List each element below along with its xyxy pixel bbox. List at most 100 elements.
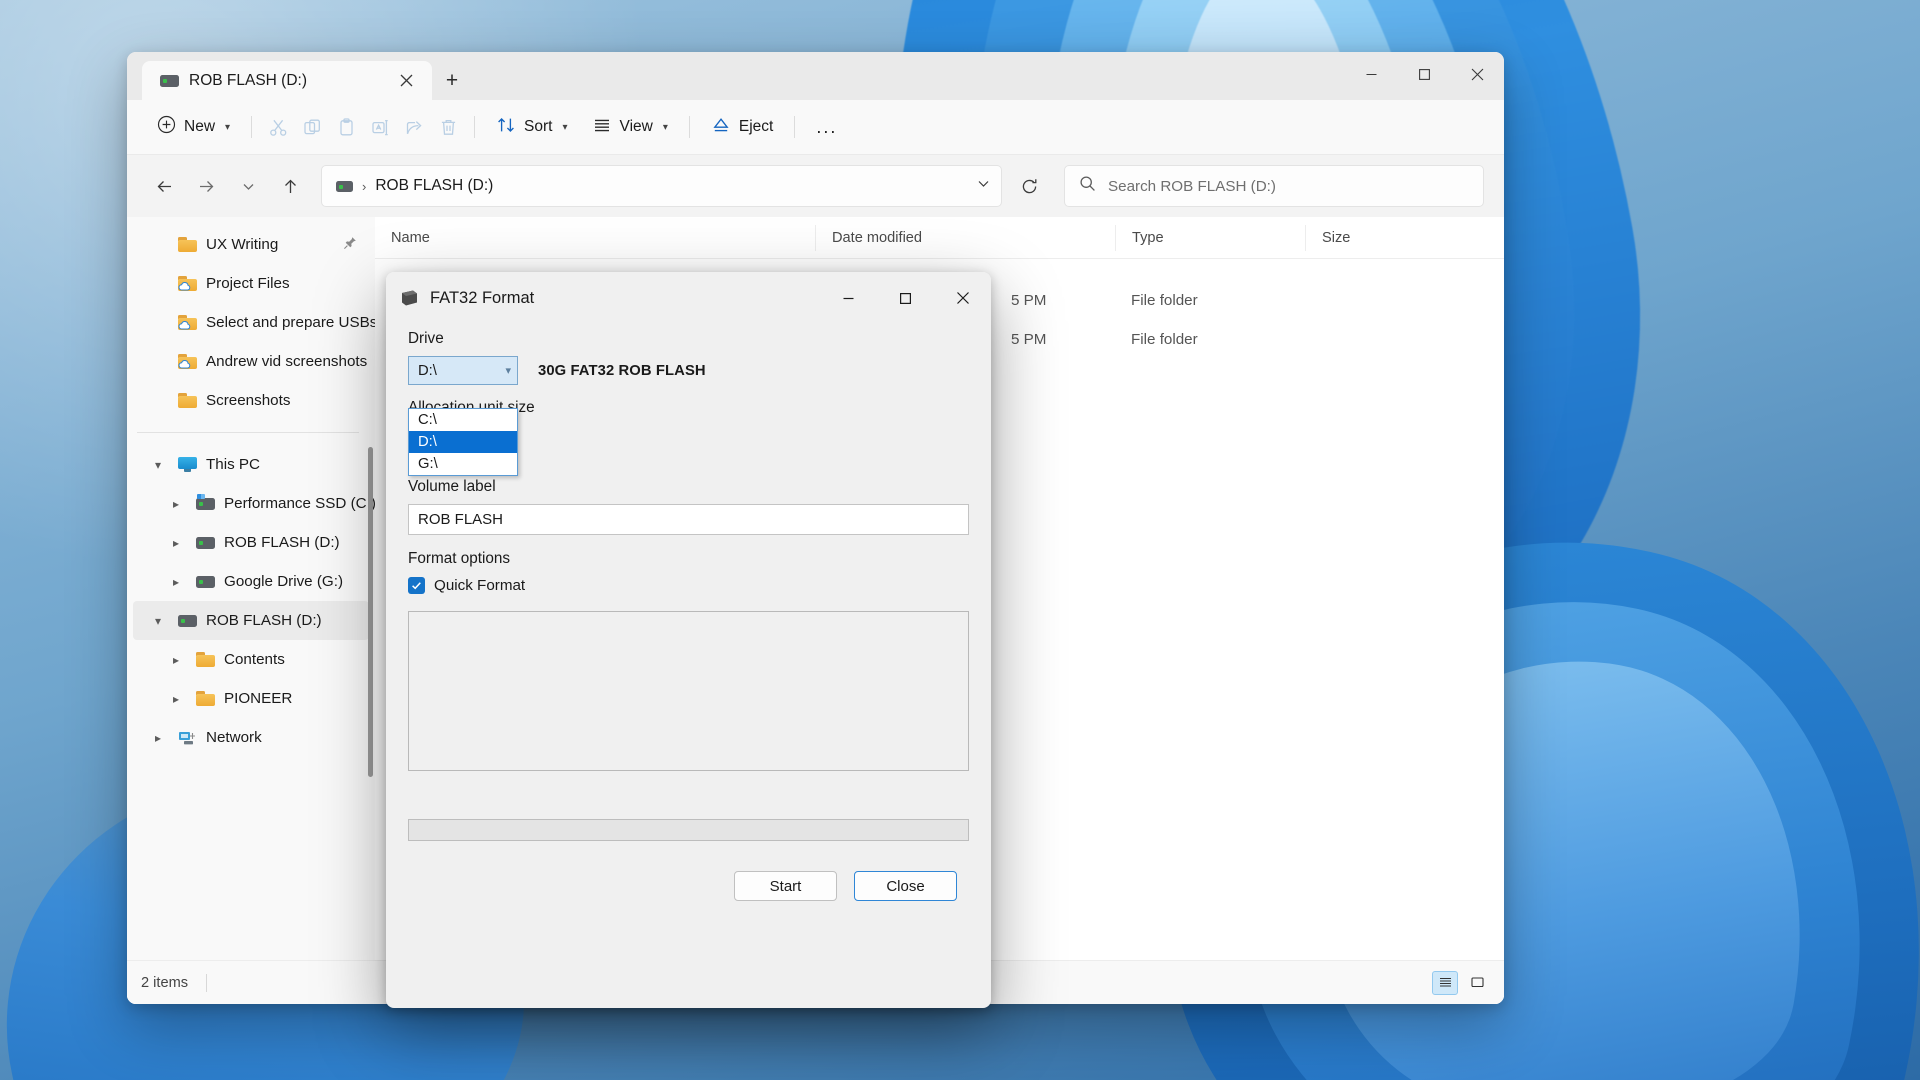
close-button[interactable]: Close (854, 871, 957, 901)
search-bar[interactable]: Search ROB FLASH (D:) (1064, 165, 1484, 207)
pin-icon[interactable] (343, 236, 357, 254)
chevron-right-icon[interactable]: ▸ (165, 497, 187, 511)
forward-arrow-icon[interactable] (185, 165, 227, 207)
sidebar-item-label: PIONEER (224, 690, 293, 707)
column-header-type[interactable]: Type (1115, 224, 1305, 251)
cloud-sync-icon (178, 321, 191, 330)
sidebar-item-pioneer[interactable]: ▸ PIONEER (133, 679, 369, 718)
breadcrumb[interactable]: ROB FLASH (D:) (375, 177, 493, 195)
volume-label-input[interactable]: ROB FLASH (408, 504, 969, 535)
explorer-title-bar: ROB FLASH (D:) + (127, 52, 1504, 100)
details-view-icon[interactable] (1432, 970, 1458, 995)
view-button[interactable]: View ▾ (580, 108, 680, 146)
sidebar-item-label: Contents (224, 651, 285, 668)
sidebar-item-screenshots[interactable]: ▸ Screenshots (133, 381, 369, 420)
drive-option-d[interactable]: D:\ (409, 431, 517, 453)
address-bar[interactable]: › ROB FLASH (D:) (321, 165, 1002, 207)
chevron-down-icon[interactable]: ▾ (225, 122, 230, 133)
close-icon[interactable] (392, 67, 420, 95)
sidebar-item-project-files[interactable]: ▸ Project Files (133, 264, 369, 303)
sort-button[interactable]: Sort ▾ (484, 108, 579, 146)
sidebar-item-rob-flash-d-selected[interactable]: ▾ ROB FLASH (D:) (133, 601, 369, 640)
maximize-icon[interactable] (1398, 52, 1451, 96)
drive-select-dropdown[interactable]: C:\ D:\ G:\ (408, 408, 518, 476)
quick-format-checkbox[interactable] (408, 577, 425, 594)
new-tab-button[interactable]: + (432, 61, 472, 100)
chevron-down-icon[interactable]: ▾ (505, 364, 511, 377)
chevron-down-icon[interactable]: ▾ (147, 614, 169, 628)
explorer-tab-strip: ROB FLASH (D:) + (127, 52, 472, 100)
view-button-label: View (619, 118, 653, 135)
address-dropdown-chevron-down-icon[interactable] (976, 176, 991, 196)
recent-locations-chevron-down-icon[interactable] (227, 165, 269, 207)
sidebar-item-performance-ssd-c[interactable]: ▸ Performance SSD (C:) (133, 484, 376, 523)
chevron-down-icon[interactable]: ▾ (663, 122, 668, 133)
drive-option-g[interactable]: G:\ (409, 453, 517, 475)
close-icon[interactable] (1451, 52, 1504, 96)
sidebar-item-ux-writing[interactable]: ▸ UX Writing (133, 225, 369, 264)
column-header-size[interactable]: Size (1305, 224, 1405, 251)
sidebar-item-label: ROB FLASH (D:) (206, 612, 322, 629)
chevron-down-icon[interactable]: ▾ (562, 122, 567, 133)
drive-description: 30G FAT32 ROB FLASH (538, 362, 706, 379)
chevron-right-icon[interactable]: ▸ (165, 575, 187, 589)
chevron-down-icon[interactable]: ▾ (147, 458, 169, 472)
cut-icon[interactable] (261, 108, 295, 146)
sidebar-item-label: Performance SSD (C:) (224, 495, 376, 512)
cloud-sync-icon (178, 360, 191, 369)
up-arrow-icon[interactable] (269, 165, 311, 207)
copy-icon[interactable] (295, 108, 329, 146)
sidebar-item-select-and-prepare-usbs[interactable]: ▸ Select and prepare USBs (133, 303, 377, 342)
sidebar-item-label: Project Files (206, 275, 290, 292)
rename-icon[interactable] (363, 108, 397, 146)
new-button[interactable]: New ▾ (145, 108, 242, 146)
paste-icon[interactable] (329, 108, 363, 146)
quick-format-row[interactable]: Quick Format (408, 577, 969, 594)
toolbar-divider (474, 116, 476, 138)
column-headers: Name Date modified Type Size (375, 217, 1504, 259)
minimize-icon[interactable] (820, 275, 877, 321)
search-input[interactable]: Search ROB FLASH (D:) (1108, 178, 1276, 195)
sort-button-label: Sort (524, 118, 553, 135)
sidebar-item-network[interactable]: ▸ Network (133, 718, 369, 757)
start-button[interactable]: Start (734, 871, 837, 901)
sidebar-item-label: Network (206, 729, 262, 746)
toolbar-divider (688, 116, 690, 138)
delete-icon[interactable] (431, 108, 465, 146)
dialog-button-row: Start Close (408, 871, 969, 901)
drive-icon (336, 180, 353, 192)
list-view-icon[interactable] (1464, 971, 1490, 995)
eject-button[interactable]: Eject (699, 108, 785, 146)
explorer-address-row: › ROB FLASH (D:) Search ROB FLASH (D:) (127, 155, 1504, 217)
share-icon[interactable] (397, 108, 431, 146)
minimize-icon[interactable] (1345, 52, 1398, 96)
back-arrow-icon[interactable] (143, 165, 185, 207)
refresh-icon[interactable] (1008, 165, 1050, 207)
drive-option-c[interactable]: C:\ (409, 409, 517, 431)
close-icon[interactable] (934, 275, 991, 321)
chevron-right-icon[interactable]: ▸ (165, 536, 187, 550)
column-header-date-modified[interactable]: Date modified (815, 224, 1115, 251)
drive-select[interactable]: D:\ ▾ (408, 356, 518, 385)
log-output-area (408, 611, 969, 771)
explorer-toolbar: New ▾ Sort ▾ View ▾ Eject ... (127, 100, 1504, 155)
sidebar-item-this-pc[interactable]: ▾ This PC (133, 445, 369, 484)
chevron-right-icon[interactable]: ▸ (147, 731, 169, 745)
sidebar-item-contents[interactable]: ▸ Contents (133, 640, 369, 679)
sidebar-scrollbar[interactable] (368, 447, 373, 777)
item-count-label: 2 items (141, 974, 189, 991)
folder-icon (178, 237, 197, 252)
explorer-tab[interactable]: ROB FLASH (D:) (142, 61, 432, 100)
sidebar-item-andrew-vid-screenshots[interactable]: ▸ Andrew vid screenshots (133, 342, 369, 381)
network-icon (178, 730, 197, 745)
maximize-icon[interactable] (877, 275, 934, 321)
sidebar-item-label: This PC (206, 456, 261, 473)
sidebar-item-google-drive-g[interactable]: ▸ Google Drive (G:) (133, 562, 369, 601)
navigation-pane: ▸ UX Writing ▸ Project Files ▸ Selec (127, 217, 377, 1004)
new-button-label: New (184, 118, 216, 135)
more-options-button[interactable]: ... (804, 108, 849, 146)
chevron-right-icon[interactable]: ▸ (165, 653, 187, 667)
chevron-right-icon[interactable]: ▸ (165, 692, 187, 706)
column-header-name[interactable]: Name (375, 225, 815, 251)
sidebar-item-rob-flash-d[interactable]: ▸ ROB FLASH (D:) (133, 523, 369, 562)
